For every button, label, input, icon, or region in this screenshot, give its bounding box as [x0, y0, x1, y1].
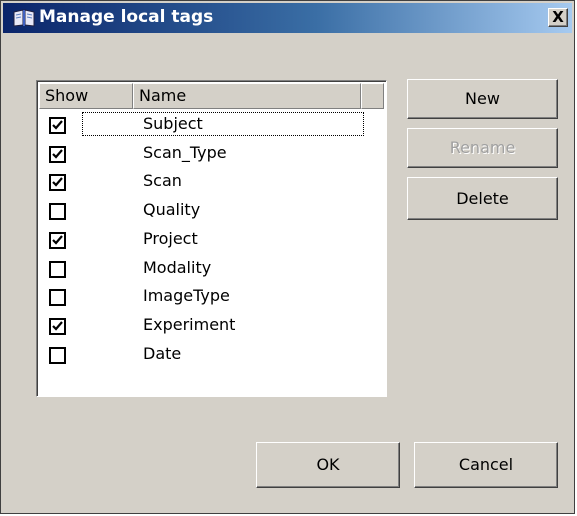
rename-button[interactable]: Rename	[407, 128, 558, 168]
delete-button[interactable]: Delete	[407, 177, 558, 220]
show-checkbox[interactable]	[49, 174, 66, 192]
show-checkbox[interactable]	[49, 289, 66, 307]
list-item[interactable]: Scan	[39, 168, 384, 196]
cancel-button[interactable]: Cancel	[414, 442, 558, 488]
check-icon	[52, 177, 63, 188]
dialog-title: Manage local tags	[39, 7, 214, 27]
show-checkbox[interactable]	[49, 231, 66, 249]
list-item[interactable]: Modality	[39, 255, 384, 283]
tags-list[interactable]: Show Name Subject Scan_Type Scan Quality Pro…	[36, 80, 387, 397]
list-header: Show Name	[39, 83, 384, 109]
title-bar[interactable]: Manage local tags X	[3, 3, 572, 33]
focus-rectangle	[82, 112, 364, 136]
show-checkbox[interactable]	[49, 346, 66, 364]
tag-name: Quality	[143, 200, 201, 220]
list-item[interactable]: Experiment	[39, 312, 384, 340]
list-item[interactable]: Date	[39, 341, 384, 369]
check-icon	[52, 321, 63, 331]
show-checkbox[interactable]	[49, 203, 66, 221]
tag-name: Scan	[143, 171, 182, 191]
tag-name: Modality	[143, 257, 212, 277]
list-item[interactable]: Scan_Type	[39, 140, 384, 168]
column-header-show[interactable]: Show	[39, 83, 133, 109]
close-icon: X	[552, 8, 564, 26]
show-checkbox[interactable]	[49, 317, 66, 335]
list-item[interactable]: ImageType	[39, 283, 384, 311]
show-checkbox[interactable]	[49, 117, 66, 134]
book-icon	[13, 9, 35, 27]
show-checkbox[interactable]	[49, 260, 66, 278]
close-button[interactable]: X	[548, 8, 568, 27]
check-icon	[52, 120, 63, 130]
ok-button[interactable]: OK	[256, 442, 400, 488]
list-item[interactable]: Quality	[39, 197, 384, 225]
column-header-filler	[361, 83, 384, 109]
show-checkbox[interactable]	[49, 145, 66, 163]
new-button[interactable]: New	[407, 79, 558, 119]
check-icon	[52, 148, 63, 159]
tag-name: Project	[143, 228, 198, 248]
tag-name: ImageType	[143, 286, 230, 306]
column-header-name[interactable]: Name	[133, 83, 361, 109]
list-item[interactable]: Project	[39, 226, 384, 254]
tag-name: Experiment	[143, 314, 236, 334]
check-icon	[52, 235, 63, 245]
tag-name: Date	[143, 343, 182, 363]
tag-name: Subject	[143, 114, 203, 133]
manage-tags-dialog: Manage local tags X Show Name Subject Sca…	[0, 0, 575, 514]
list-item[interactable]: Subject	[39, 111, 384, 139]
tag-name: Scan_Type	[143, 142, 227, 162]
